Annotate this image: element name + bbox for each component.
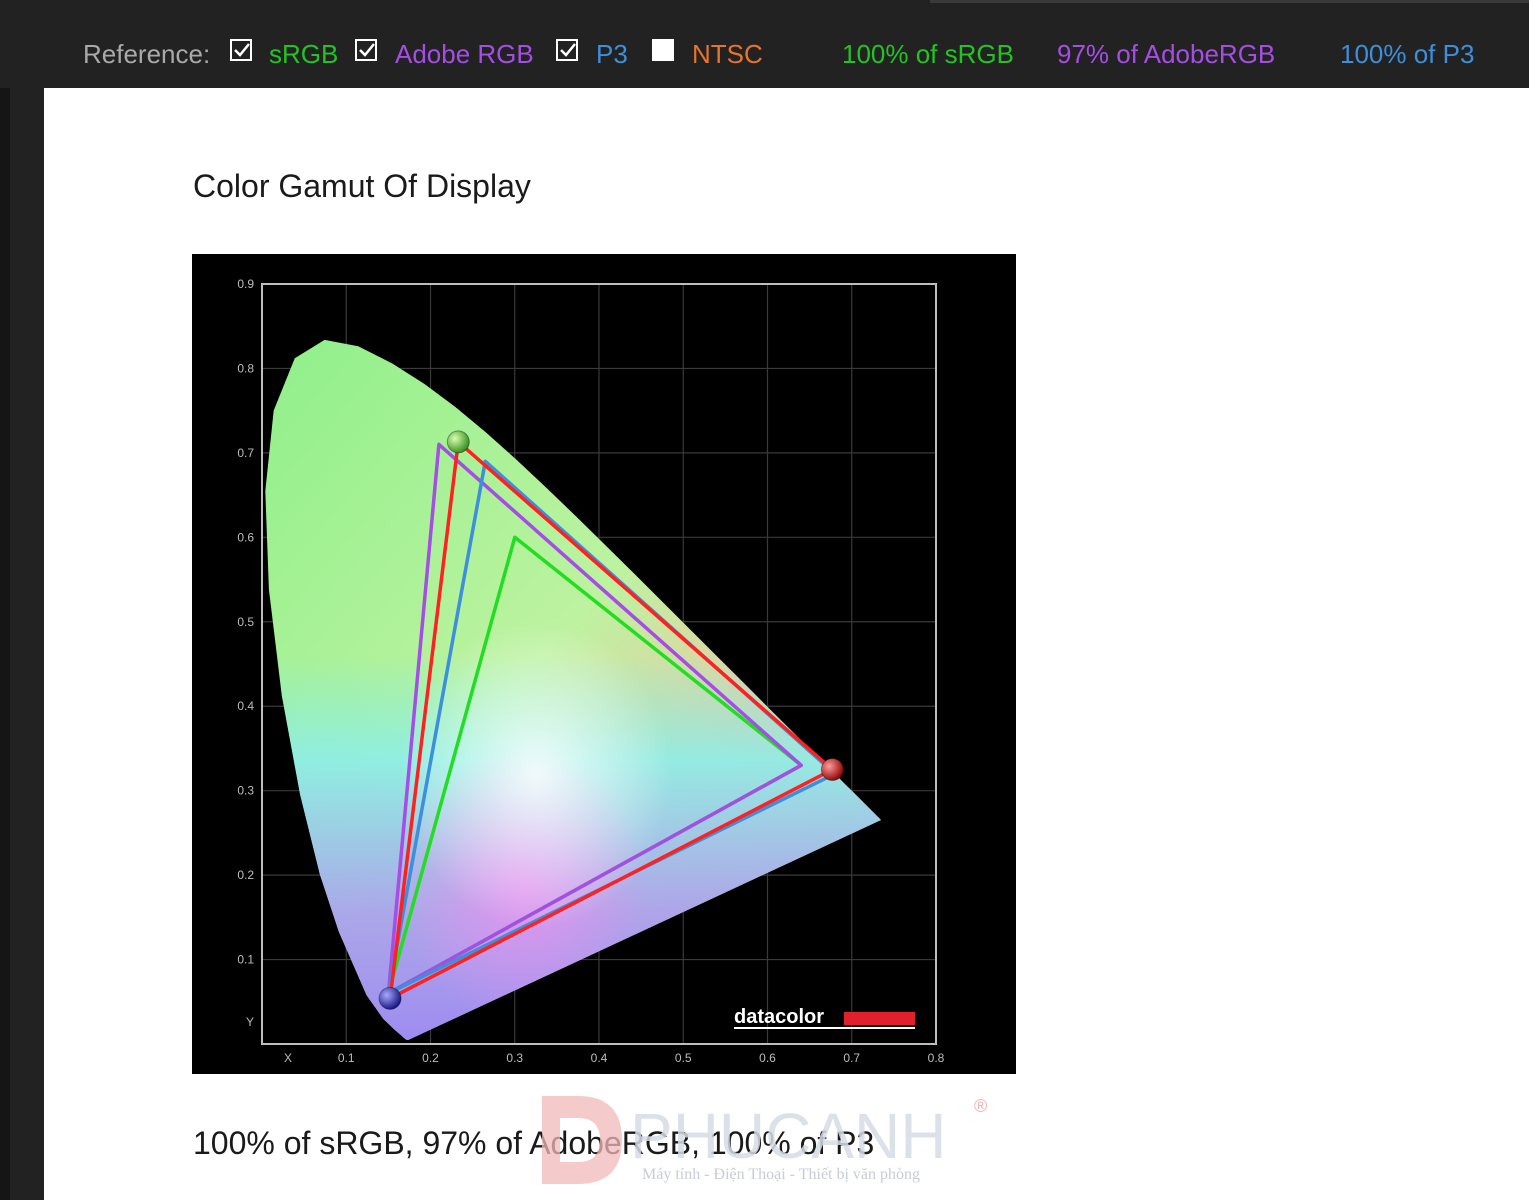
- check-icon: [359, 43, 375, 57]
- datacolor-logo-text: datacolor: [734, 1006, 824, 1028]
- red-primary-marker: [820, 758, 844, 782]
- p3-option-label[interactable]: P3: [596, 38, 628, 70]
- green-primary-marker: [446, 430, 470, 454]
- x-tick-label: 0.4: [591, 1051, 608, 1065]
- ntsc-checkbox[interactable]: [652, 39, 674, 61]
- x-tick-label: 0.7: [843, 1051, 860, 1065]
- check-icon: [560, 43, 576, 57]
- page-title: Color Gamut Of Display: [193, 168, 531, 204]
- y-tick-label: 0.4: [237, 699, 254, 713]
- x-tick-label: 0.8: [928, 1051, 945, 1065]
- y-tick-label: 0.3: [237, 784, 254, 798]
- x-tick-label: 0.5: [675, 1051, 692, 1065]
- p3-coverage-result: 100% of P3: [1340, 39, 1475, 69]
- y-tick-label: 0.9: [237, 277, 254, 291]
- cie-chromaticity-chart: 0.1 0.2 0.3 0.4 0.5 0.6 0.7 0.8 0.1 0.2 0.3 0.4 0.5 0…: [237, 277, 945, 1065]
- tab-strip-line: [930, 0, 1529, 3]
- gamut-chart: 0.1 0.2 0.3 0.4 0.5 0.6 0.7 0.8 0.1 0.2 0.3 0.4 0.5 0…: [192, 254, 1016, 1074]
- window-left-edge: [0, 0, 10, 1200]
- y-tick-label: 0.7: [237, 446, 254, 460]
- x-tick-label: 0.6: [759, 1051, 776, 1065]
- reference-toolbar: Reference: sRGB Adobe RGB P3 NTSC 100% o…: [0, 0, 1529, 88]
- y-axis-label: Y: [246, 1015, 254, 1029]
- x-tick-label: 0.3: [506, 1051, 523, 1065]
- adobergb-coverage-result: 97% of AdobeRGB: [1057, 39, 1276, 69]
- datacolor-logo-bar: [844, 1012, 915, 1025]
- p3-checkbox[interactable]: [556, 39, 578, 61]
- reference-label: Reference:: [83, 39, 211, 69]
- y-tick-label: 0.1: [237, 953, 254, 967]
- adobe-rgb-option-label[interactable]: Adobe RGB: [395, 38, 534, 70]
- datacolor-logo: datacolor: [734, 1006, 915, 1029]
- y-tick-label: 0.5: [237, 615, 254, 629]
- y-tick-label: 0.2: [237, 868, 254, 882]
- x-tick-label: 0.2: [422, 1051, 439, 1065]
- srgb-checkbox[interactable]: [230, 39, 252, 61]
- x-axis-label: X: [284, 1051, 292, 1065]
- ntsc-option-label[interactable]: NTSC: [692, 38, 763, 70]
- spectral-locus: [265, 339, 881, 1040]
- watermark-tagline: Máy tính - Điện Thoại - Thiết bị văn phò…: [642, 1166, 920, 1183]
- y-tick-label: 0.8: [237, 361, 254, 375]
- report-content: Color Gamut Of Display 0.1 0.2 0.3 0.4 0…: [44, 88, 1529, 1200]
- gamut-summary-caption: 100% of sRGB, 97% of AdobeRGB, 100% of P…: [193, 1125, 875, 1161]
- datacolor-logo-underline: [734, 1027, 915, 1029]
- adobe-rgb-checkbox[interactable]: [355, 39, 377, 61]
- srgb-option-label[interactable]: sRGB: [269, 38, 338, 70]
- white-point-glow: [265, 339, 881, 1040]
- registered-icon: ®: [974, 1096, 987, 1116]
- srgb-coverage-result: 100% of sRGB: [842, 39, 1014, 69]
- blue-primary-marker: [378, 986, 402, 1010]
- y-tick-label: 0.6: [237, 530, 254, 544]
- check-icon: [234, 43, 250, 57]
- x-tick-label: 0.1: [338, 1051, 355, 1065]
